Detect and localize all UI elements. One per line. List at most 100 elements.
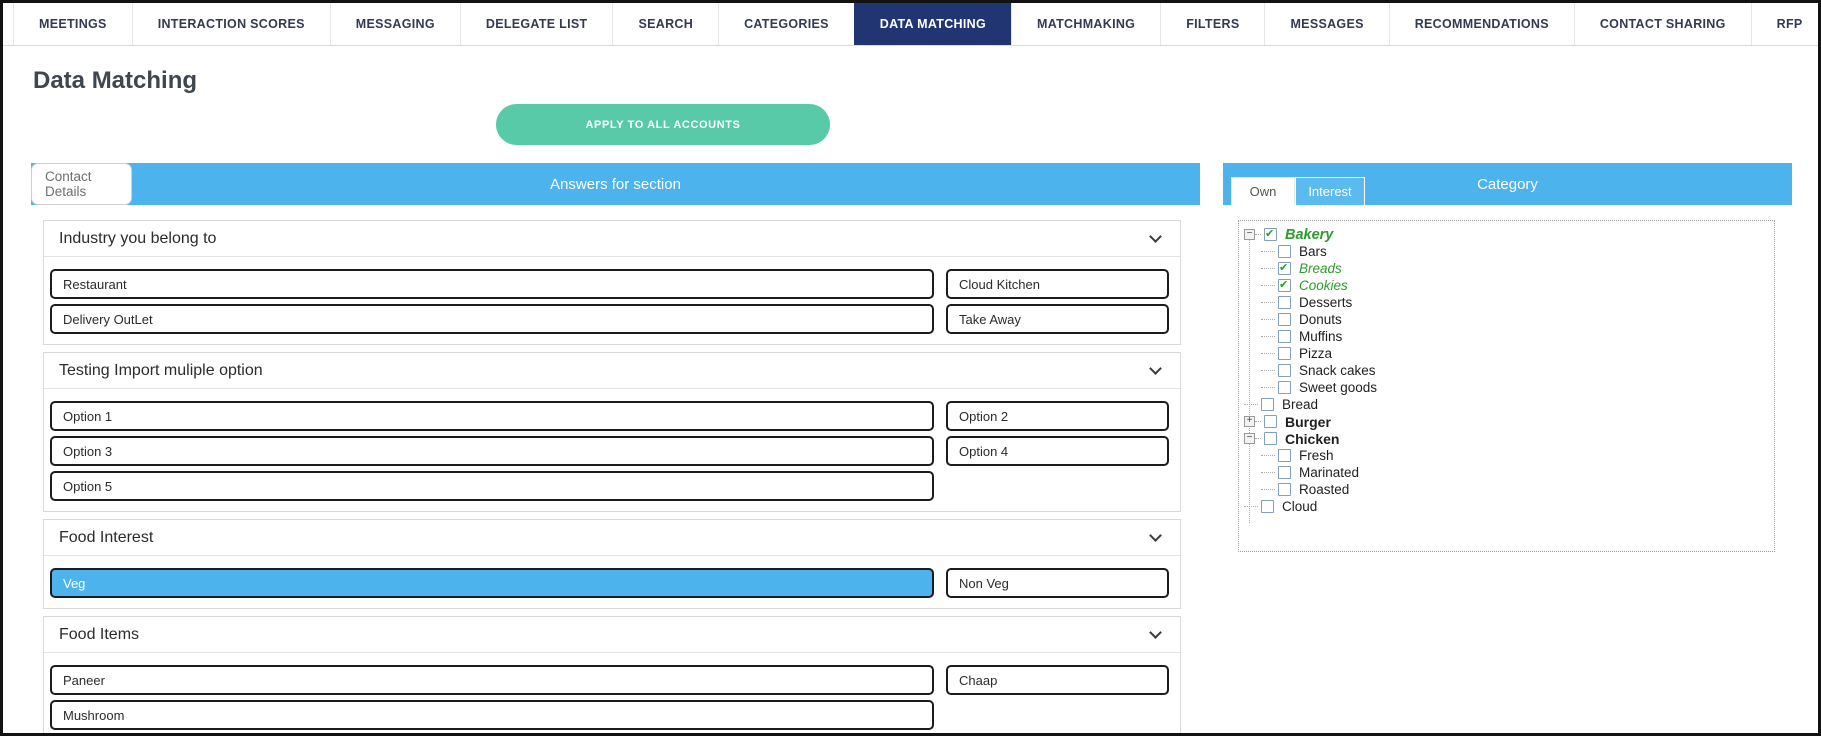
tab-own[interactable]: Own bbox=[1231, 177, 1295, 205]
tree-node-pizza[interactable]: Pizza bbox=[1239, 345, 1774, 362]
question-section-food-items: Food Items Paneer Chaap Mushroom bbox=[43, 616, 1181, 736]
tree-node-label[interactable]: Marinated bbox=[1299, 465, 1359, 480]
nav-tab-search[interactable]: SEARCH bbox=[612, 3, 718, 45]
nav-tab-delegate-list[interactable]: DELEGATE LIST bbox=[460, 3, 613, 45]
answer-option-option-5[interactable]: Option 5 bbox=[50, 471, 934, 501]
tree-node-label[interactable]: Pizza bbox=[1299, 346, 1332, 361]
page-title: Data Matching bbox=[33, 67, 197, 95]
tree-node-label[interactable]: Chicken bbox=[1285, 431, 1339, 447]
tree-node-muffins[interactable]: Muffins bbox=[1239, 328, 1774, 345]
tree-node-bars[interactable]: Bars bbox=[1239, 243, 1774, 260]
nav-tab-data-matching[interactable]: DATA MATCHING bbox=[854, 3, 1011, 45]
tree-node-label[interactable]: Snack cakes bbox=[1299, 363, 1376, 378]
tree-connector-stub bbox=[1255, 421, 1261, 422]
expand-icon[interactable]: + bbox=[1244, 416, 1255, 427]
tab-interest[interactable]: Interest bbox=[1295, 177, 1365, 205]
checkbox-unchecked[interactable] bbox=[1278, 381, 1291, 394]
checkbox-unchecked[interactable] bbox=[1278, 466, 1291, 479]
tree-node-breads[interactable]: Breads bbox=[1239, 260, 1774, 277]
nav-tab-messaging[interactable]: MESSAGING bbox=[330, 3, 460, 45]
tree-node-fresh[interactable]: Fresh bbox=[1239, 447, 1774, 464]
answer-option-restaurant[interactable]: Restaurant bbox=[50, 269, 934, 299]
tree-node-cookies[interactable]: Cookies bbox=[1239, 277, 1774, 294]
tree-node-desserts[interactable]: Desserts bbox=[1239, 294, 1774, 311]
tree-connector-stub bbox=[1261, 319, 1275, 320]
nav-tab-rfp[interactable]: RFP bbox=[1751, 3, 1821, 45]
tree-node-marinated[interactable]: Marinated bbox=[1239, 464, 1774, 481]
tree-node-cloud[interactable]: Cloud bbox=[1239, 498, 1774, 515]
tree-node-label[interactable]: Roasted bbox=[1299, 482, 1349, 497]
tab-contact-details[interactable]: Contact Details bbox=[31, 163, 132, 205]
answer-option-non-veg[interactable]: Non Veg bbox=[946, 568, 1169, 598]
tree-node-label[interactable]: Breads bbox=[1299, 261, 1342, 276]
tree-node-label[interactable]: Burger bbox=[1285, 414, 1331, 430]
answer-option-paneer[interactable]: Paneer bbox=[50, 665, 934, 695]
nav-tab-recommendations[interactable]: RECOMMENDATIONS bbox=[1389, 3, 1574, 45]
answer-option-option-2[interactable]: Option 2 bbox=[946, 401, 1169, 431]
tree-node-sweet-goods[interactable]: Sweet goods bbox=[1239, 379, 1774, 396]
nav-tab-matchmaking[interactable]: MATCHMAKING bbox=[1011, 3, 1160, 45]
nav-tab-categories[interactable]: CATEGORIES bbox=[718, 3, 854, 45]
checkbox-checked[interactable] bbox=[1278, 279, 1291, 292]
checkbox-unchecked[interactable] bbox=[1264, 415, 1277, 428]
answer-option-option-1[interactable]: Option 1 bbox=[50, 401, 934, 431]
chevron-down-icon[interactable] bbox=[1149, 230, 1162, 243]
checkbox-unchecked[interactable] bbox=[1278, 449, 1291, 462]
section-header[interactable]: Industry you belong to bbox=[44, 221, 1180, 257]
tree-node-label[interactable]: Fresh bbox=[1299, 448, 1334, 463]
section-header[interactable]: Testing Import muliple option bbox=[44, 353, 1180, 389]
checkbox-unchecked[interactable] bbox=[1278, 347, 1291, 360]
checkbox-unchecked[interactable] bbox=[1278, 296, 1291, 309]
checkbox-unchecked[interactable] bbox=[1278, 330, 1291, 343]
checkbox-unchecked[interactable] bbox=[1264, 432, 1277, 445]
nav-tab-interaction-scores[interactable]: INTERACTION SCORES bbox=[132, 3, 330, 45]
tree-node-label[interactable]: Bars bbox=[1299, 244, 1327, 259]
tree-node-label[interactable]: Bread bbox=[1282, 397, 1318, 412]
checkbox-unchecked[interactable] bbox=[1261, 500, 1274, 513]
answer-option-take-away[interactable]: Take Away bbox=[946, 304, 1169, 334]
tree-connector-stub bbox=[1261, 472, 1275, 473]
tree-node-roasted[interactable]: Roasted bbox=[1239, 481, 1774, 498]
tree-node-label[interactable]: Sweet goods bbox=[1299, 380, 1377, 395]
chevron-down-icon[interactable] bbox=[1149, 529, 1162, 542]
answer-option-option-3[interactable]: Option 3 bbox=[50, 436, 934, 466]
section-header[interactable]: Food Items bbox=[44, 617, 1180, 653]
checkbox-unchecked[interactable] bbox=[1278, 313, 1291, 326]
tree-node-snack-cakes[interactable]: Snack cakes bbox=[1239, 362, 1774, 379]
nav-tab-contact-sharing[interactable]: CONTACT SHARING bbox=[1574, 3, 1751, 45]
apply-to-all-accounts-button[interactable]: APPLY TO ALL ACCOUNTS bbox=[496, 104, 830, 145]
tree-node-bread[interactable]: Bread bbox=[1239, 396, 1774, 413]
section-options: Restaurant Cloud Kitchen Delivery OutLet Ta… bbox=[44, 257, 1180, 344]
tree-node-bakery[interactable]: − Bakery bbox=[1239, 226, 1774, 243]
chevron-down-icon[interactable] bbox=[1149, 626, 1162, 639]
checkbox-unchecked[interactable] bbox=[1278, 245, 1291, 258]
tree-node-burger[interactable]: + Burger bbox=[1239, 413, 1774, 430]
checkbox-checked[interactable] bbox=[1264, 228, 1277, 241]
answer-option-cloud-kitchen[interactable]: Cloud Kitchen bbox=[946, 269, 1169, 299]
answer-option-delivery-outlet[interactable]: Delivery OutLet bbox=[50, 304, 934, 334]
collapse-icon[interactable]: − bbox=[1244, 229, 1255, 240]
nav-tab-messages[interactable]: MESSAGES bbox=[1264, 3, 1388, 45]
answer-option-mushroom[interactable]: Mushroom bbox=[50, 700, 934, 730]
tree-node-label[interactable]: Bakery bbox=[1285, 227, 1333, 243]
collapse-icon[interactable]: − bbox=[1244, 433, 1255, 444]
tree-node-label[interactable]: Donuts bbox=[1299, 312, 1342, 327]
answer-option-option-4[interactable]: Option 4 bbox=[946, 436, 1169, 466]
chevron-down-icon[interactable] bbox=[1149, 362, 1162, 375]
checkbox-checked[interactable] bbox=[1278, 262, 1291, 275]
tree-node-chicken[interactable]: − Chicken bbox=[1239, 430, 1774, 447]
checkbox-unchecked[interactable] bbox=[1278, 364, 1291, 377]
answer-option-veg[interactable]: Veg bbox=[50, 568, 934, 598]
checkbox-unchecked[interactable] bbox=[1261, 398, 1274, 411]
tree-node-label[interactable]: Cookies bbox=[1299, 278, 1348, 293]
nav-tab-filters[interactable]: FILTERS bbox=[1160, 3, 1264, 45]
tree-node-label[interactable]: Desserts bbox=[1299, 295, 1352, 310]
checkbox-unchecked[interactable] bbox=[1278, 483, 1291, 496]
answers-panel-title: Answers for section bbox=[31, 163, 1200, 205]
section-header[interactable]: Food Interest bbox=[44, 520, 1180, 556]
tree-node-donuts[interactable]: Donuts bbox=[1239, 311, 1774, 328]
nav-tab-meetings[interactable]: MEETINGS bbox=[13, 3, 132, 45]
tree-node-label[interactable]: Cloud bbox=[1282, 499, 1317, 514]
tree-node-label[interactable]: Muffins bbox=[1299, 329, 1342, 344]
answer-option-chaap[interactable]: Chaap bbox=[946, 665, 1169, 695]
